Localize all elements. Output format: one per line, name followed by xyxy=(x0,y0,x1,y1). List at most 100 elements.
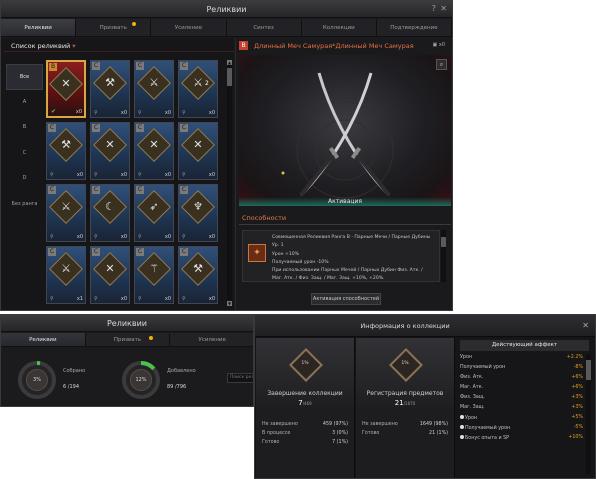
stat-row: Не завершено 459 (97%) xyxy=(262,422,348,427)
relic-count: x0 xyxy=(164,110,171,116)
weapon-icon: ✕ xyxy=(149,138,159,151)
notification-dot xyxy=(131,22,136,26)
relic-card[interactable]: C ⚔ ⚲ x0 xyxy=(46,184,86,242)
window-titlebar[interactable]: Реликвии xyxy=(1,315,253,332)
relic-card[interactable]: B ✕ ✔ x0 xyxy=(46,60,86,118)
completion-percent: 1% xyxy=(301,361,309,366)
rank-badge: C xyxy=(92,248,100,256)
stat-row: Готово 21 (1%) xyxy=(362,431,448,436)
relic-count: x0 xyxy=(164,234,171,240)
rank-badge: C xyxy=(48,186,56,194)
relic-card[interactable]: C ⚚ ⚲ x0 xyxy=(134,246,174,304)
box-icon: ▣ xyxy=(432,42,438,48)
relic-detail-panel: B Длинный Меч Самурая*Длинный Меч Самура… xyxy=(235,38,452,310)
popup-header[interactable]: Информация о коллекции ✕ xyxy=(255,315,595,337)
relic-count: x0 xyxy=(120,110,127,116)
filter-rank-a[interactable]: A xyxy=(6,90,43,116)
rank-badge: C xyxy=(136,124,144,132)
relic-count: x0 xyxy=(76,234,83,240)
tab-summon[interactable]: Призвать xyxy=(76,19,152,36)
chevron-down-icon: ▾ xyxy=(72,42,76,50)
effect-row: Физ. Защ. +3% xyxy=(460,395,583,400)
relic-card[interactable]: C ☾ ⚲ x0 xyxy=(90,184,130,242)
filter-all[interactable]: Все xyxy=(6,64,43,90)
relic-card[interactable]: C ✕ ⚲ x0 xyxy=(90,122,130,180)
scrollbar-thumb[interactable] xyxy=(227,68,232,86)
filter-no-rank[interactable]: Без ранга xyxy=(6,192,43,218)
check-icon: ✔ xyxy=(51,108,57,115)
tab-enhance[interactable]: Усиление xyxy=(151,19,227,36)
added-value: 89 /796 xyxy=(167,384,187,390)
effect-row: Бонус опыта и SP +10% xyxy=(460,435,583,444)
rank-badge: B xyxy=(239,41,248,50)
relic-card[interactable]: C ✕ ⚲ x0 xyxy=(134,122,174,180)
tab-synthesis[interactable]: Синтез xyxy=(227,19,302,36)
zoom-icon[interactable]: ⌕ xyxy=(436,59,447,70)
relic-card[interactable]: C ✕ ⚲ x0 xyxy=(90,246,130,304)
filter-rank-d[interactable]: D xyxy=(6,166,43,192)
activation-label: Активация xyxy=(328,198,362,205)
rank-badge: C xyxy=(48,248,56,256)
relic-card[interactable]: C ✕ ⚲ x0 xyxy=(178,122,218,180)
registration-count: 21/1670 xyxy=(394,399,416,407)
item-registration-panel: 1% Регистрация предметов 21/1670 Не заве… xyxy=(356,338,455,478)
relic-card[interactable]: C ⚔ ⚲ x0 xyxy=(134,60,174,118)
relic-count: x0 xyxy=(208,172,215,178)
set-bonus-icon xyxy=(460,435,464,439)
weapon-icon: ⚔ xyxy=(61,200,71,213)
help-icon[interactable]: ? xyxy=(432,4,436,13)
scrollbar-thumb[interactable] xyxy=(441,237,446,247)
set-bonus-icon xyxy=(460,425,464,429)
effect-row: Урон +2.2% xyxy=(460,355,583,360)
effects-scrollbar[interactable] xyxy=(586,354,591,474)
relic-card[interactable]: C ⚔ ⚲ x1 xyxy=(46,246,86,304)
relic-card[interactable]: C ⚒ ⚲ x0 xyxy=(90,60,130,118)
pin-icon: ⚲ xyxy=(94,296,98,302)
tab-relics[interactable]: Реликвии xyxy=(1,19,77,36)
scroll-up-icon[interactable]: ▲ xyxy=(227,60,232,65)
scroll-down-icon[interactable]: ▼ xyxy=(227,301,232,306)
panel-header: 1% Регистрация предметов 21/1670 xyxy=(356,338,454,412)
relics-window-collections: Реликвии Реликвии Призвать Усиление 3% С… xyxy=(0,314,254,407)
abilities-scrollbar[interactable] xyxy=(441,230,446,282)
relic-list-scrollbar[interactable]: ▲ ▼ xyxy=(227,60,232,306)
close-icon[interactable]: ✕ xyxy=(582,321,589,330)
weapon-icon: ➶ xyxy=(149,200,159,213)
popup-title: Информация о коллекции xyxy=(360,322,450,330)
activate-abilities-button[interactable]: Активация способностей xyxy=(311,293,381,305)
filter-rank-b[interactable]: B xyxy=(6,115,43,141)
effects-title: Действующий аффект xyxy=(460,340,589,351)
weapon-icon: ⚔ xyxy=(61,262,71,275)
tab-bar: Реликвии Призвать Усиление xyxy=(1,333,253,347)
relic-card[interactable]: C ⚒ ⚲ x0 xyxy=(178,246,218,304)
close-icon[interactable]: ✕ xyxy=(440,4,447,13)
pin-icon: ⚲ xyxy=(50,234,54,240)
tab-relics[interactable]: Реликвии xyxy=(1,333,86,346)
tab-bar: Реликвии Призвать Усиление Синтез Коллек… xyxy=(1,19,452,37)
window-titlebar[interactable]: Реликвии ? ✕ xyxy=(1,1,452,18)
relic-card[interactable]: C ♆ ⚲ x0 xyxy=(178,184,218,242)
weapon-icon: ⚔ xyxy=(149,76,159,89)
effect-row: Получаемый урон -8% xyxy=(460,365,583,370)
filter-rank-c[interactable]: C xyxy=(6,141,43,167)
tab-enhance[interactable]: Усиление xyxy=(170,333,253,346)
search-input[interactable]: Поиск реликвий xyxy=(227,373,253,383)
tab-confirmation[interactable]: Подтверждение xyxy=(377,19,452,36)
tab-collections[interactable]: Коллекции xyxy=(302,19,377,36)
relic-card[interactable]: C ➶ ⚲ x0 xyxy=(134,184,174,242)
stat-row: Не завершено 1649 (98%) xyxy=(362,422,448,427)
relics-window: Реликвии ? ✕ Реликвии Призвать Усиление … xyxy=(0,0,453,311)
pin-icon: ⚲ xyxy=(138,234,142,240)
relic-count: x0 xyxy=(208,110,215,116)
stat-row: Готово 7 (1%) xyxy=(262,440,348,445)
weapon-icon: ☾ xyxy=(105,200,115,213)
tab-summon[interactable]: Призвать xyxy=(86,333,171,346)
relic-card[interactable]: C ⚔ 2 ⚲ x0 xyxy=(178,60,218,118)
panel-header: 1% Завершение коллекции 7/469 xyxy=(256,338,354,412)
relic-card[interactable]: C ⚒ ⚲ x0 xyxy=(46,122,86,180)
relic-list-title[interactable]: Список реликвий ▾ xyxy=(11,42,76,50)
rank-badge: C xyxy=(48,124,56,132)
scrollbar-thumb[interactable] xyxy=(586,360,591,380)
collection-info-popup: Информация о коллекции ✕ 1% Завершение к… xyxy=(254,314,596,479)
relic-count: x0 xyxy=(208,234,215,240)
